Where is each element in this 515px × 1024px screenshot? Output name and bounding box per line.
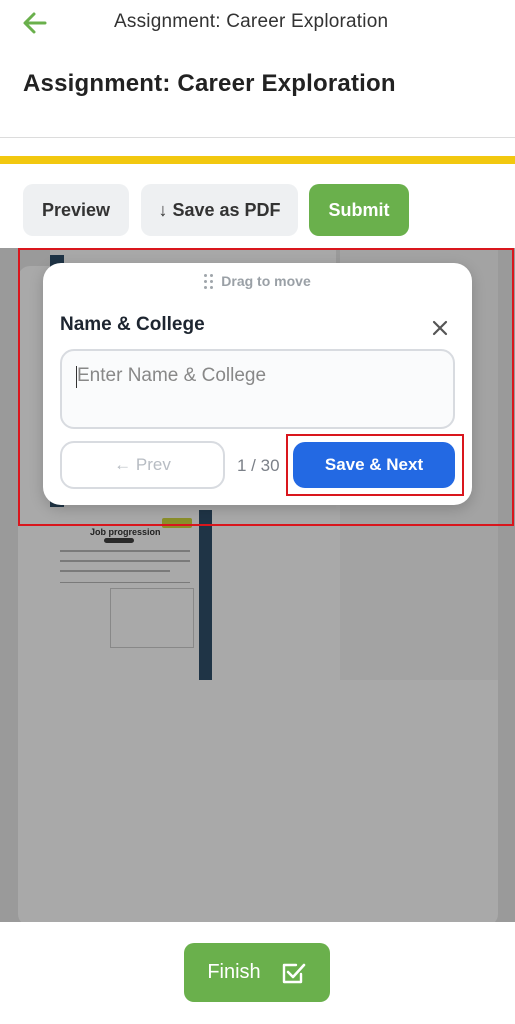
input-placeholder: Enter Name & College	[77, 365, 267, 386]
name-college-input[interactable]: Enter Name & College	[60, 349, 455, 429]
divider	[0, 137, 515, 138]
page-title: Assignment: Career Exploration	[23, 70, 396, 97]
top-app-bar: Assignment: Career Exploration	[0, 0, 515, 46]
submit-button[interactable]: Submit	[309, 184, 409, 236]
prev-button[interactable]: ← Prev	[60, 441, 225, 489]
progress-stripe	[0, 156, 515, 164]
close-icon[interactable]	[431, 319, 449, 337]
drag-grip-icon	[204, 273, 214, 289]
text-line	[60, 560, 190, 562]
drag-handle[interactable]: Drag to move	[43, 273, 472, 289]
save-as-pdf-button[interactable]: ↓ Save as PDF	[141, 184, 298, 236]
text-line	[60, 550, 190, 552]
worksheet-subheading	[104, 538, 134, 543]
drag-label: Drag to move	[221, 273, 311, 289]
highlight-save-next	[286, 434, 464, 496]
text-line	[60, 570, 170, 572]
worksheet-decorative-border	[199, 510, 212, 680]
worksheet-heading: Job progression	[90, 527, 161, 537]
appbar-title: Assignment: Career Exploration	[114, 11, 389, 32]
preview-button[interactable]: Preview	[23, 184, 129, 236]
worksheet-info-box	[110, 588, 194, 648]
finish-button[interactable]: Finish	[184, 943, 330, 1002]
back-arrow-icon[interactable]	[20, 8, 50, 38]
field-counter: 1 / 30	[237, 456, 280, 475]
finish-label: Finish	[207, 961, 261, 983]
field-label: Name & College	[60, 314, 205, 335]
checkbox-check-icon	[282, 963, 305, 983]
text-line	[60, 582, 190, 583]
assignment-page: Assignment: Career Exploration Assignmen…	[0, 0, 515, 1024]
